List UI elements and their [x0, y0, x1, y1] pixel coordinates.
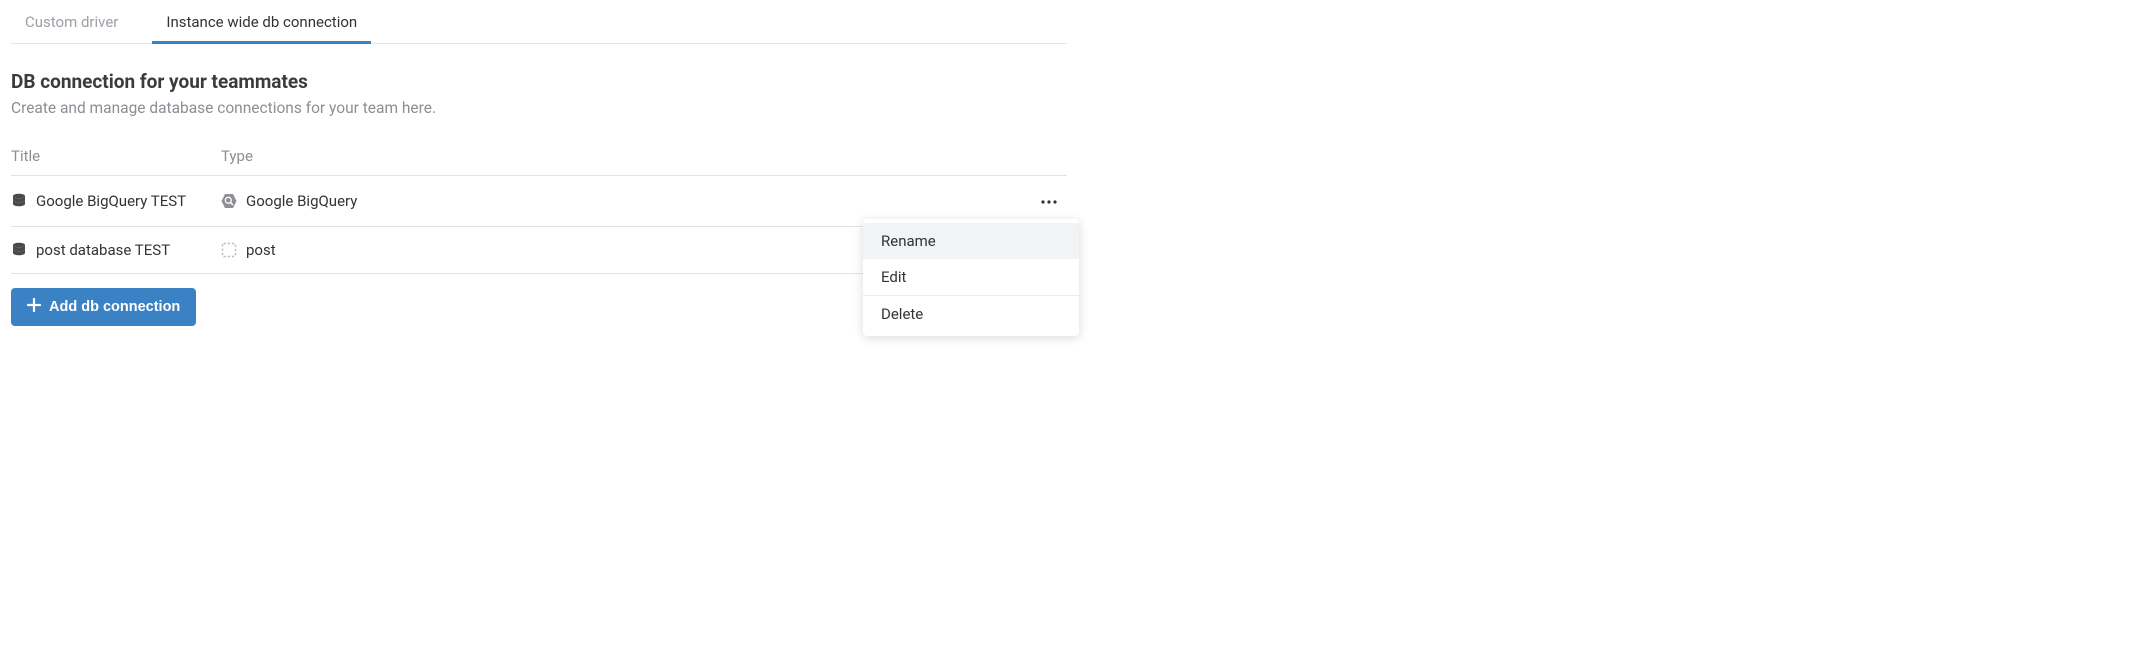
bigquery-icon [221, 193, 237, 209]
col-header-title: Title [11, 141, 221, 176]
row-title: post database TEST [36, 241, 170, 259]
page-subtitle: Create and manage database connections f… [11, 99, 1067, 117]
add-button-label: Add db connection [49, 299, 180, 315]
database-icon [11, 193, 27, 209]
page-title: DB connection for your teammates [11, 70, 1067, 93]
col-header-type: Type [221, 141, 1007, 176]
menu-item-rename[interactable]: Rename [863, 223, 1079, 259]
tabs: Custom driver Instance wide db connectio… [11, 0, 1067, 44]
row-context-menu: Rename Edit Delete [863, 219, 1079, 336]
generic-db-icon [221, 242, 237, 258]
row-type: post [246, 241, 276, 259]
menu-item-edit[interactable]: Edit [863, 259, 1079, 295]
database-icon [11, 242, 27, 258]
menu-item-delete[interactable]: Delete [863, 296, 1079, 332]
plus-icon [27, 298, 41, 316]
add-db-connection-button[interactable]: Add db connection [11, 288, 196, 326]
row-type: Google BigQuery [246, 192, 357, 210]
row-actions-button[interactable] [1039, 192, 1059, 212]
tab-instance-wide-db-connection[interactable]: Instance wide db connection [152, 0, 371, 44]
row-title: Google BigQuery TEST [36, 192, 186, 210]
tab-custom-driver[interactable]: Custom driver [11, 0, 132, 43]
